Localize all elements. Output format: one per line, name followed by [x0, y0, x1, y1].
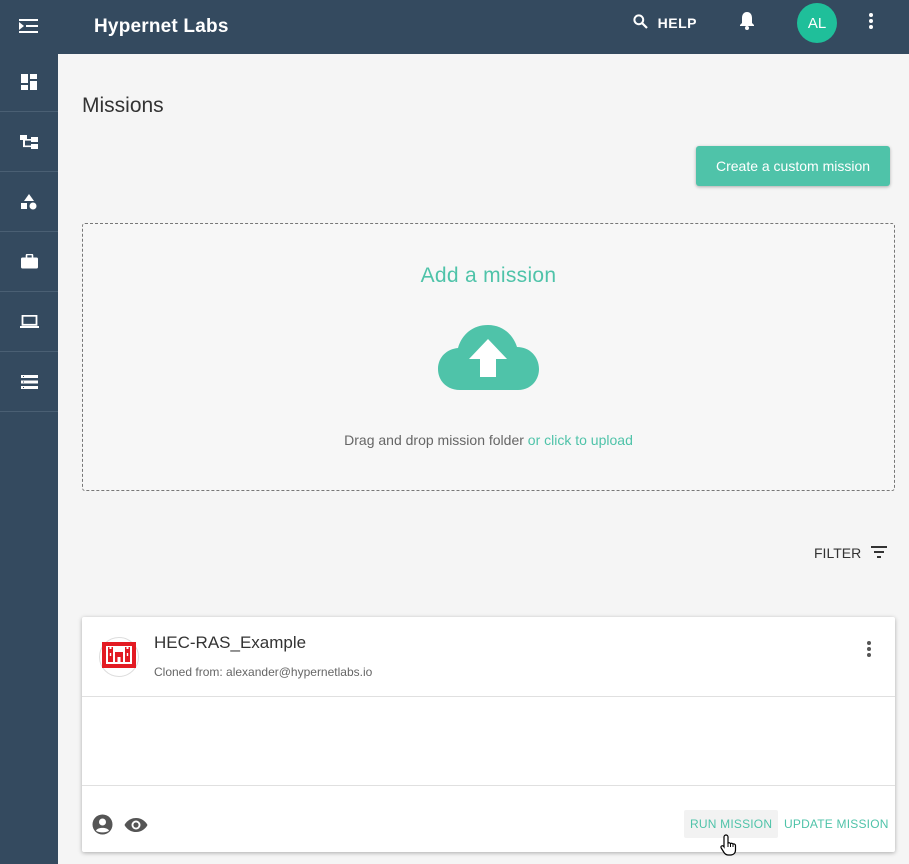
help-button[interactable]: HELP: [633, 14, 697, 32]
dropzone-text: Drag and drop mission folder or click to…: [83, 432, 894, 448]
mission-more-button[interactable]: [867, 641, 871, 662]
sidebar: [0, 0, 58, 864]
filter-label: FILTER: [814, 545, 862, 561]
click-to-upload-link[interactable]: or click to upload: [528, 432, 633, 448]
search-icon: [633, 14, 658, 32]
laptop-icon: [19, 315, 39, 328]
help-label: HELP: [657, 15, 697, 31]
create-custom-mission-button[interactable]: Create a custom mission: [696, 146, 890, 186]
sidebar-item-list[interactable]: [0, 352, 58, 412]
sidebar-item-dashboard[interactable]: [0, 52, 58, 112]
notifications-button[interactable]: [739, 11, 755, 35]
page-title: Missions: [82, 94, 164, 117]
sidebar-toggle-button[interactable]: [0, 0, 58, 52]
dashboard-icon: [21, 73, 37, 90]
sidebar-item-hierarchy[interactable]: [0, 112, 58, 172]
shapes-icon: [21, 193, 37, 210]
update-mission-button[interactable]: UPDATE MISSION: [778, 810, 895, 838]
mission-card-icons: [92, 814, 159, 835]
mission-dropzone[interactable]: Add a mission Drag and drop mission fold…: [82, 223, 895, 491]
mission-logo: [99, 637, 139, 677]
hierarchy-icon: [20, 134, 38, 149]
filter-button[interactable]: FILTER: [814, 545, 888, 561]
dropzone-instruction: Drag and drop mission folder: [344, 432, 524, 448]
cloud-upload-icon: [438, 323, 540, 396]
list-icon: [20, 374, 38, 389]
top-app-bar: Hypernet Labs HELP AL: [58, 0, 909, 54]
filter-list-icon: [861, 545, 888, 561]
sidebar-item-briefcase[interactable]: [0, 232, 58, 292]
mission-card-body: [82, 697, 895, 786]
avatar[interactable]: AL: [797, 3, 837, 43]
brand-title[interactable]: Hypernet Labs: [94, 16, 229, 38]
mission-title[interactable]: HEC-RAS_Example: [154, 633, 306, 653]
mission-clone-source: Cloned from: alexander@hypernetlabs.io: [154, 665, 373, 679]
mission-card-header: HEC-RAS_Example Cloned from: alexander@h…: [82, 617, 895, 697]
sidebar-item-shapes[interactable]: [0, 172, 58, 232]
header-more-button[interactable]: [869, 12, 873, 34]
account-circle-icon[interactable]: [92, 814, 113, 835]
dropzone-title: Add a mission: [420, 264, 557, 287]
bell-icon: [739, 11, 755, 35]
briefcase-icon: [20, 254, 38, 269]
mission-card: HEC-RAS_Example Cloned from: alexander@h…: [82, 617, 895, 852]
castle-logo-icon: [102, 641, 136, 673]
hand-pointer-cursor-icon: [720, 834, 740, 861]
header-actions: HELP AL: [633, 0, 909, 46]
sidebar-item-laptop[interactable]: [0, 292, 58, 352]
eye-icon[interactable]: [124, 817, 148, 833]
mission-card-actions: RUN MISSION UPDATE MISSION: [82, 786, 895, 851]
menu-open-icon: [19, 18, 39, 34]
more-vert-icon: [869, 12, 873, 34]
more-vert-icon: [867, 641, 871, 661]
